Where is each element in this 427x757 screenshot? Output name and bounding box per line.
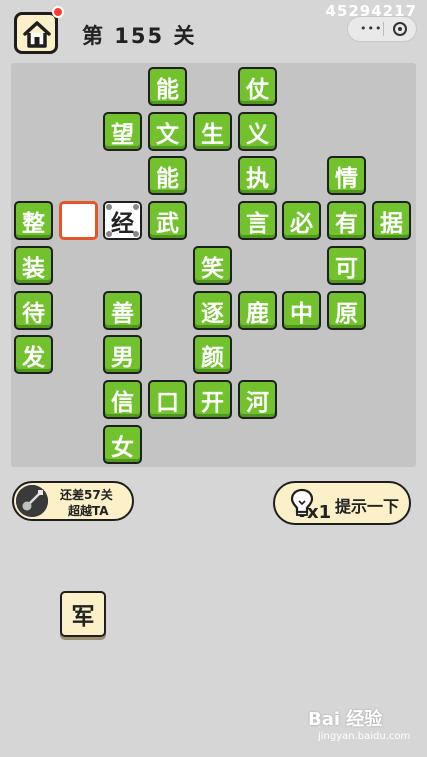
grid-cell[interactable]: 善 xyxy=(103,291,142,330)
grid-cell[interactable]: 装 xyxy=(14,246,53,285)
capsule-divider xyxy=(383,22,384,36)
notification-dot xyxy=(52,6,64,18)
grid-cell[interactable]: 发 xyxy=(14,335,53,374)
watermark-url: jingyan.baidu.com xyxy=(318,731,411,742)
puzzle-board: 能仗望文生义能执情整经武言必有据装笑可待善逐鹿中原发男颜信口开河女 xyxy=(11,63,416,467)
grid-cell[interactable]: 笑 xyxy=(193,246,232,285)
grid-cell[interactable]: 信 xyxy=(103,380,142,419)
grid-cell[interactable]: 逐 xyxy=(193,291,232,330)
answer-option-tile[interactable]: 军 xyxy=(60,591,106,637)
top-bar: 第 155 关 45294217 ••• xyxy=(0,0,427,60)
guitar-icon xyxy=(16,485,48,517)
hint-count: x1 xyxy=(307,502,332,523)
home-button[interactable] xyxy=(14,12,58,54)
grid-cell[interactable]: 整 xyxy=(14,201,53,240)
watermark: Bai 经验 jingyan.baidu.com xyxy=(300,699,420,749)
grid-cell[interactable]: 生 xyxy=(193,112,232,151)
target-icon[interactable] xyxy=(393,22,407,36)
grid-cell[interactable]: 必 xyxy=(282,201,321,240)
tile-corner-dot xyxy=(133,231,139,237)
capsule-menu[interactable]: ••• xyxy=(347,16,417,42)
ellipsis-icon[interactable]: ••• xyxy=(360,22,382,35)
grid-cell[interactable]: 能 xyxy=(148,156,187,195)
grid-cell[interactable]: 颜 xyxy=(193,335,232,374)
rank-line-1: 还差57关 xyxy=(60,488,113,502)
grid-cell[interactable]: 鹿 xyxy=(238,291,277,330)
grid-cell[interactable]: 文 xyxy=(148,112,187,151)
blank-answer-cell[interactable] xyxy=(59,201,98,240)
grid-cell[interactable]: 经 xyxy=(103,201,142,240)
grid-cell[interactable]: 待 xyxy=(14,291,53,330)
grid-cell[interactable]: 能 xyxy=(148,67,187,106)
avatar xyxy=(16,485,48,517)
level-title: 第 155 关 xyxy=(82,24,197,48)
tile-corner-dot xyxy=(133,204,139,210)
tile-corner-dot xyxy=(106,231,112,237)
grid-cell[interactable]: 义 xyxy=(238,112,277,151)
hint-button[interactable]: x1 提示一下 xyxy=(273,481,411,525)
grid-cell[interactable]: 女 xyxy=(103,425,142,464)
grid-cell[interactable]: 武 xyxy=(148,201,187,240)
hint-label: 提示一下 xyxy=(335,497,400,516)
grid-cell[interactable]: 中 xyxy=(282,291,321,330)
grid-cell[interactable]: 男 xyxy=(103,335,142,374)
watermark-brand: Bai 经验 xyxy=(308,709,383,730)
grid-cell[interactable]: 有 xyxy=(327,201,366,240)
home-icon xyxy=(23,21,51,48)
grid-cell[interactable]: 原 xyxy=(327,291,366,330)
rank-badge[interactable]: 还差57关 超越TA xyxy=(12,481,134,521)
rank-line-2: 超越TA xyxy=(68,504,109,518)
grid-cell[interactable]: 仗 xyxy=(238,67,277,106)
grid-cell[interactable]: 情 xyxy=(327,156,366,195)
grid-cell[interactable]: 口 xyxy=(148,380,187,419)
grid-cell[interactable]: 河 xyxy=(238,380,277,419)
grid-cell[interactable]: 执 xyxy=(238,156,277,195)
tile-corner-dot xyxy=(106,204,112,210)
grid-cell[interactable]: 望 xyxy=(103,112,142,151)
grid-cell[interactable]: 据 xyxy=(372,201,411,240)
grid-cell[interactable]: 言 xyxy=(238,201,277,240)
grid-cell[interactable]: 可 xyxy=(327,246,366,285)
grid-cell[interactable]: 开 xyxy=(193,380,232,419)
